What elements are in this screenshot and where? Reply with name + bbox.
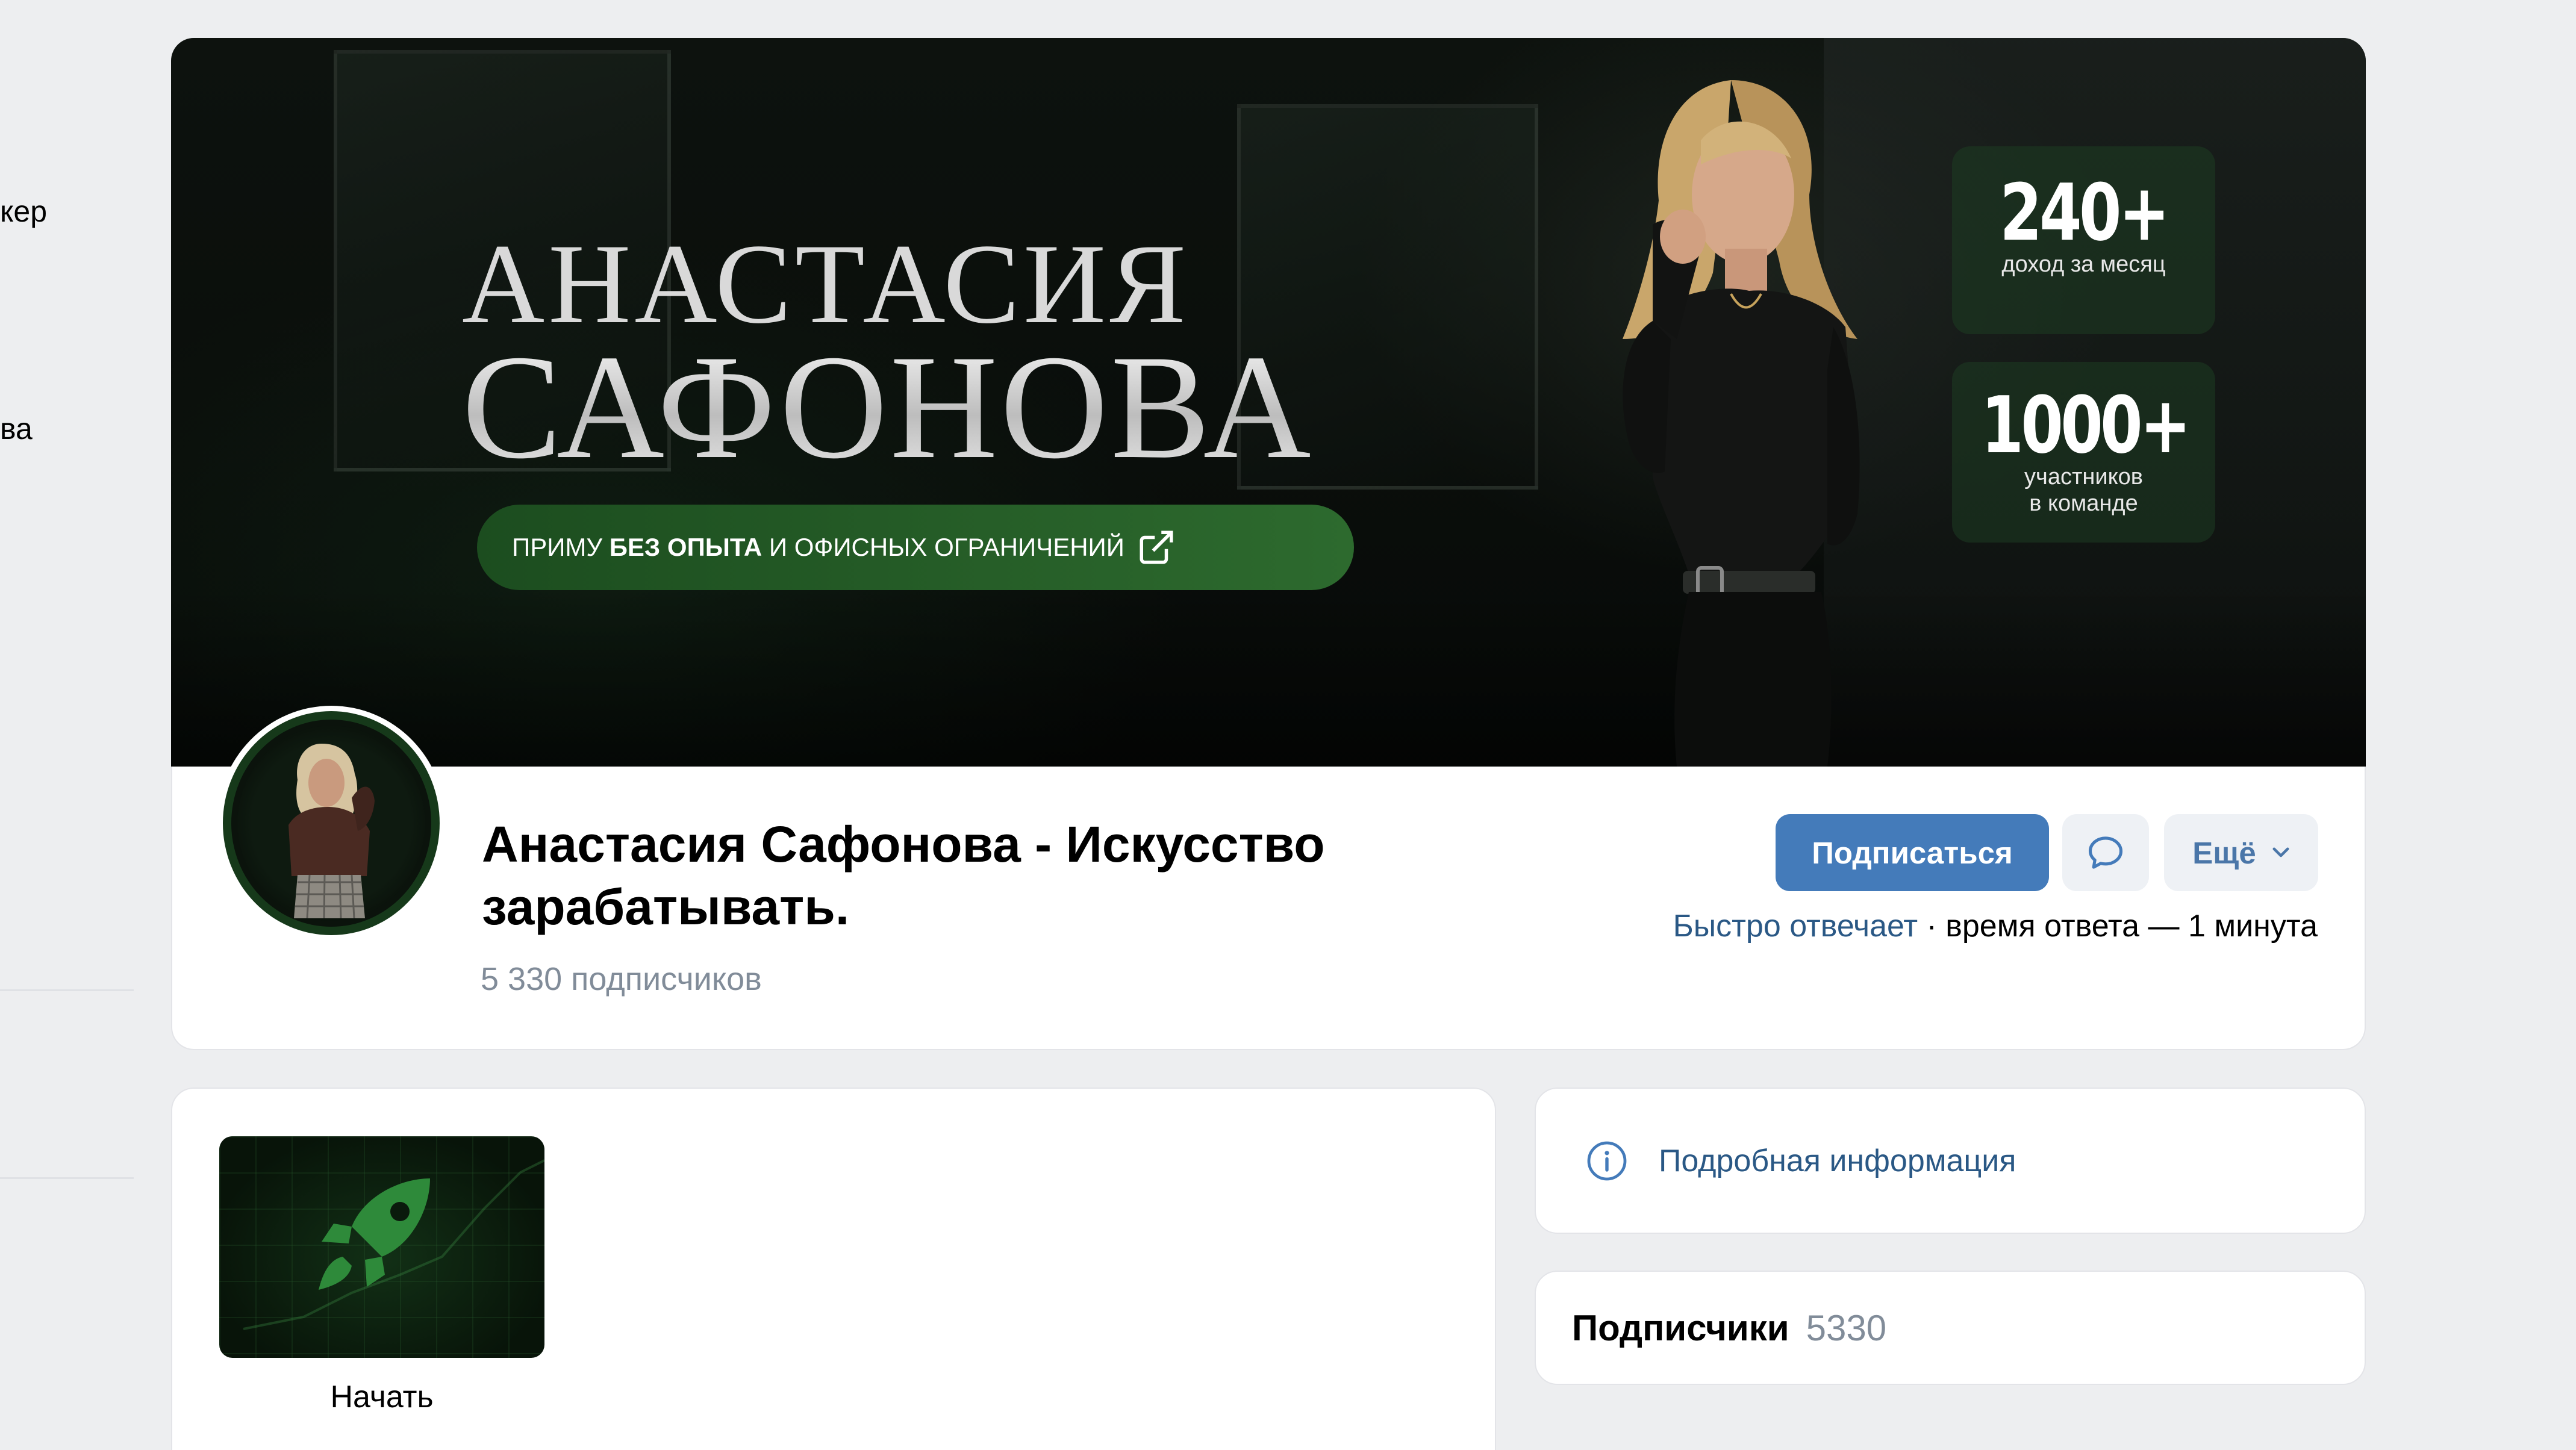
stat-caption: в команде [2029,490,2138,516]
sidebar-divider [0,1177,134,1179]
response-fast-link[interactable]: Быстро отвечает [1673,909,1918,944]
message-button[interactable] [2062,814,2149,891]
sidebar-item-label[interactable]: ва [0,411,33,446]
avatar-person [288,744,375,919]
external-link-icon [1140,531,1173,564]
page-title: Анастасия Сафонова - Искусство зарабатыв… [482,816,1325,935]
subscribers-block[interactable]: Подписчики 5330 [1535,1271,2366,1385]
tagline-bold: БЕЗ ОПЫТА [609,533,763,561]
detailed-info-label: Подробная информация [1659,1143,2016,1178]
rocket-icon [243,1159,544,1330]
subscribe-button[interactable]: Подписаться [1776,814,2049,891]
cover-image: АНАСТАСИЯ САФОНОВА ПРИМУ БЕЗ ОПЫТА И ОФИ… [171,38,2366,767]
subscribers-block-title: Подписчики [1572,1307,1789,1348]
subscribers-block-count: 5330 [1806,1307,1887,1348]
subscribers-count[interactable]: 5 330 подписчиков [481,960,762,998]
response-time: Быстро отвечает · время ответа — 1 минут… [1673,908,2318,944]
floor-shadow [171,586,2366,767]
subscribers-number: 5 330 [481,961,563,997]
tagline-post: И ОФИСНЫХ ОГРАНИЧЕНИЙ [769,533,1124,561]
stat-income: 240+ доход за месяц [1952,146,2215,334]
widget-start-label[interactable]: Начать [219,1379,544,1415]
chevron-down-icon [2272,847,2289,857]
avatar[interactable] [217,706,446,941]
message-icon [2088,836,2123,869]
cover-name-last: САФОНОВА [462,321,1314,493]
avatar-photo [223,711,440,935]
cover-tagline: ПРИМУ БЕЗ ОПЫТА И ОФИСНЫХ ОГРАНИЧЕНИЙ [477,505,1354,590]
stat-members: 1000+ участников в команде [1952,362,2215,543]
response-time-text: · время ответа — 1 минута [1918,909,2318,944]
info-icon [1587,1141,1627,1180]
sidebar-item-label[interactable]: кер [0,194,47,229]
more-button[interactable]: Ещё [2164,814,2318,891]
subscribers-label: подписчиков [571,961,762,997]
more-label: Ещё [2192,835,2256,870]
person-photo [1623,80,1860,767]
stat-value: 240+ [2000,167,2171,258]
tagline-pre: ПРИМУ [512,533,603,561]
detailed-info-link[interactable]: Подробная информация [1535,1088,2366,1234]
widget-start-thumbnail[interactable] [219,1136,544,1358]
sidebar-divider [0,989,134,991]
stat-value: 1000+ [1981,379,2191,471]
